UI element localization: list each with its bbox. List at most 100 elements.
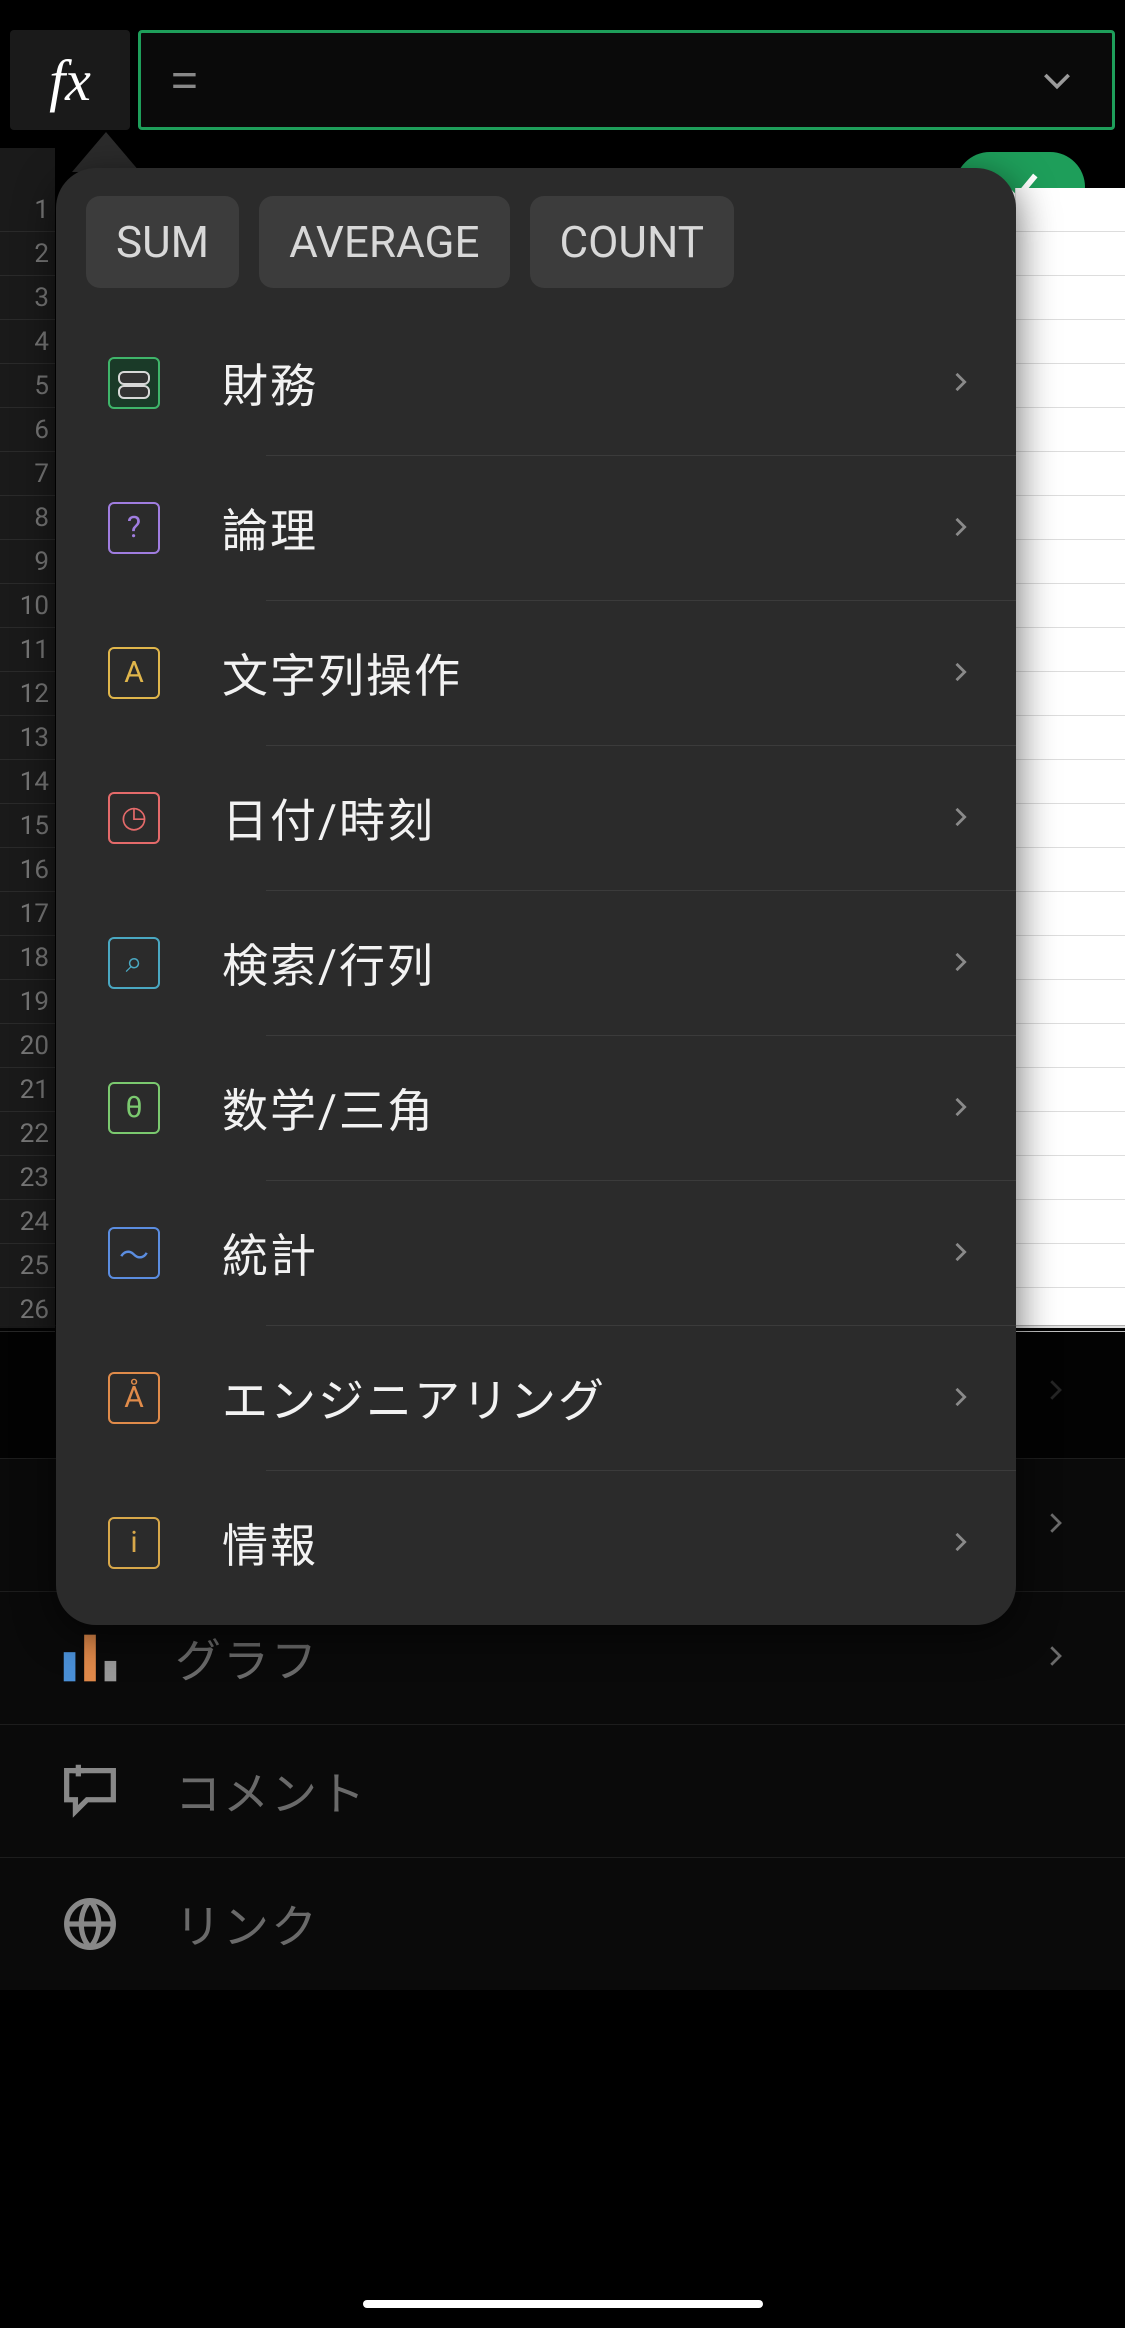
chevron-right-icon [1040,1641,1070,1675]
category-item[interactable]: ◷日付/時刻 [56,745,1016,890]
row-header[interactable]: 23 [0,1156,55,1200]
category-item[interactable]: A 文字列操作 [56,600,1016,745]
category-label: 情報 [222,1510,946,1576]
row-header[interactable]: 20 [0,1024,55,1068]
category-item[interactable]: 〜統計 [56,1180,1016,1325]
menu-label: グラフ [175,1625,1040,1691]
category-item[interactable]: θ 数学/三角 [56,1035,1016,1180]
cell[interactable] [1015,188,1125,232]
formula-input[interactable] [171,53,1032,107]
cell[interactable] [1015,1068,1125,1112]
row-header[interactable]: 24 [0,1200,55,1244]
chevron-right-icon [946,658,976,688]
category-item[interactable]: Å エンジニアリング [56,1325,1016,1470]
row-header[interactable]: 15 [0,804,55,848]
cell[interactable] [1015,1244,1125,1288]
row-header[interactable]: 6 [0,408,55,452]
row-header[interactable]: 5 [0,364,55,408]
cell[interactable] [1015,540,1125,584]
category-label: 検索/行列 [222,930,946,996]
row-header[interactable]: 17 [0,892,55,936]
compass-icon: Å [106,1370,162,1426]
cell[interactable] [1015,584,1125,628]
category-label: 論理 [222,495,946,561]
row-header[interactable]: 16 [0,848,55,892]
row-header[interactable]: 1 [0,188,55,232]
row-header[interactable]: 2 [0,232,55,276]
category-item[interactable]: i情報 [56,1470,1016,1615]
quick-function-chips: SUMAVERAGECOUNT [56,168,1016,310]
cell[interactable] [1015,1200,1125,1244]
chevron-right-icon [946,513,976,543]
row-header[interactable]: 11 [0,628,55,672]
menu-item[interactable]: リンク [0,1857,1125,1990]
category-label: エンジニアリング [222,1365,946,1431]
cell[interactable] [1015,1156,1125,1200]
row-header[interactable]: 19 [0,980,55,1024]
cell[interactable] [1015,276,1125,320]
row-header[interactable]: 4 [0,320,55,364]
cell[interactable] [1015,936,1125,980]
chevron-right-icon [946,1093,976,1123]
cell[interactable] [1015,672,1125,716]
cell[interactable] [1015,364,1125,408]
chevron-right-icon [946,1383,976,1413]
fx-label: fx [49,47,91,114]
spreadsheet-visible-cells[interactable] [1015,188,1125,1328]
row-header[interactable]: 7 [0,452,55,496]
row-header[interactable]: 18 [0,936,55,980]
row-header[interactable]: 9 [0,540,55,584]
row-header[interactable]: 12 [0,672,55,716]
theta-icon: θ [106,1080,162,1136]
function-chip-count[interactable]: COUNT [530,196,734,288]
letter-a-icon: A [106,645,162,701]
formula-expand-button[interactable] [1032,55,1082,105]
category-label: 数学/三角 [222,1075,946,1141]
cell[interactable] [1015,452,1125,496]
cell[interactable] [1015,760,1125,804]
category-label: 文字列操作 [222,640,946,706]
question-icon: ? [106,500,162,556]
row-header[interactable]: 25 [0,1244,55,1288]
chevron-down-icon [1037,60,1077,100]
formula-input-container[interactable] [138,30,1115,130]
menu-item[interactable]: コメント [0,1724,1125,1857]
function-chip-average[interactable]: AVERAGE [259,196,509,288]
chevron-right-icon [946,803,976,833]
popover-arrow [72,132,140,172]
cell[interactable] [1015,320,1125,364]
category-item[interactable]: ? 論理 [56,455,1016,600]
chevron-right-icon [1040,1375,1070,1409]
function-popover: SUMAVERAGECOUNT 財務? 論理 A 文字列操作 ◷日付/時刻 ⌕ 検索/行列 θ… [56,168,1016,1625]
row-header[interactable]: 14 [0,760,55,804]
cell[interactable] [1015,716,1125,760]
function-category-list: 財務? 論理 A 文字列操作 ◷日付/時刻 ⌕ 検索/行列 θ 数学/三角〜統計 Å エンジニアリン… [56,310,1016,1615]
menu-label: リンク [175,1891,1070,1957]
category-label: 財務 [222,350,946,416]
link-icon [55,1889,125,1959]
coins-icon [106,355,162,411]
cell[interactable] [1015,628,1125,672]
comment-icon [55,1756,125,1826]
row-header[interactable]: 22 [0,1112,55,1156]
cell[interactable] [1015,408,1125,452]
category-item[interactable]: ⌕ 検索/行列 [56,890,1016,1035]
cell[interactable] [1015,980,1125,1024]
cell[interactable] [1015,1112,1125,1156]
row-header[interactable]: 21 [0,1068,55,1112]
function-chip-sum[interactable]: SUM [86,196,239,288]
cell[interactable] [1015,496,1125,540]
category-item[interactable]: 財務 [56,310,1016,455]
row-header[interactable]: 3 [0,276,55,320]
search-icon: ⌕ [106,935,162,991]
cell[interactable] [1015,232,1125,276]
formula-bar: fx [10,30,1115,130]
row-header[interactable]: 13 [0,716,55,760]
fx-button[interactable]: fx [10,30,130,130]
row-header[interactable]: 10 [0,584,55,628]
row-header[interactable]: 8 [0,496,55,540]
cell[interactable] [1015,848,1125,892]
cell[interactable] [1015,1024,1125,1068]
cell[interactable] [1015,804,1125,848]
cell[interactable] [1015,892,1125,936]
